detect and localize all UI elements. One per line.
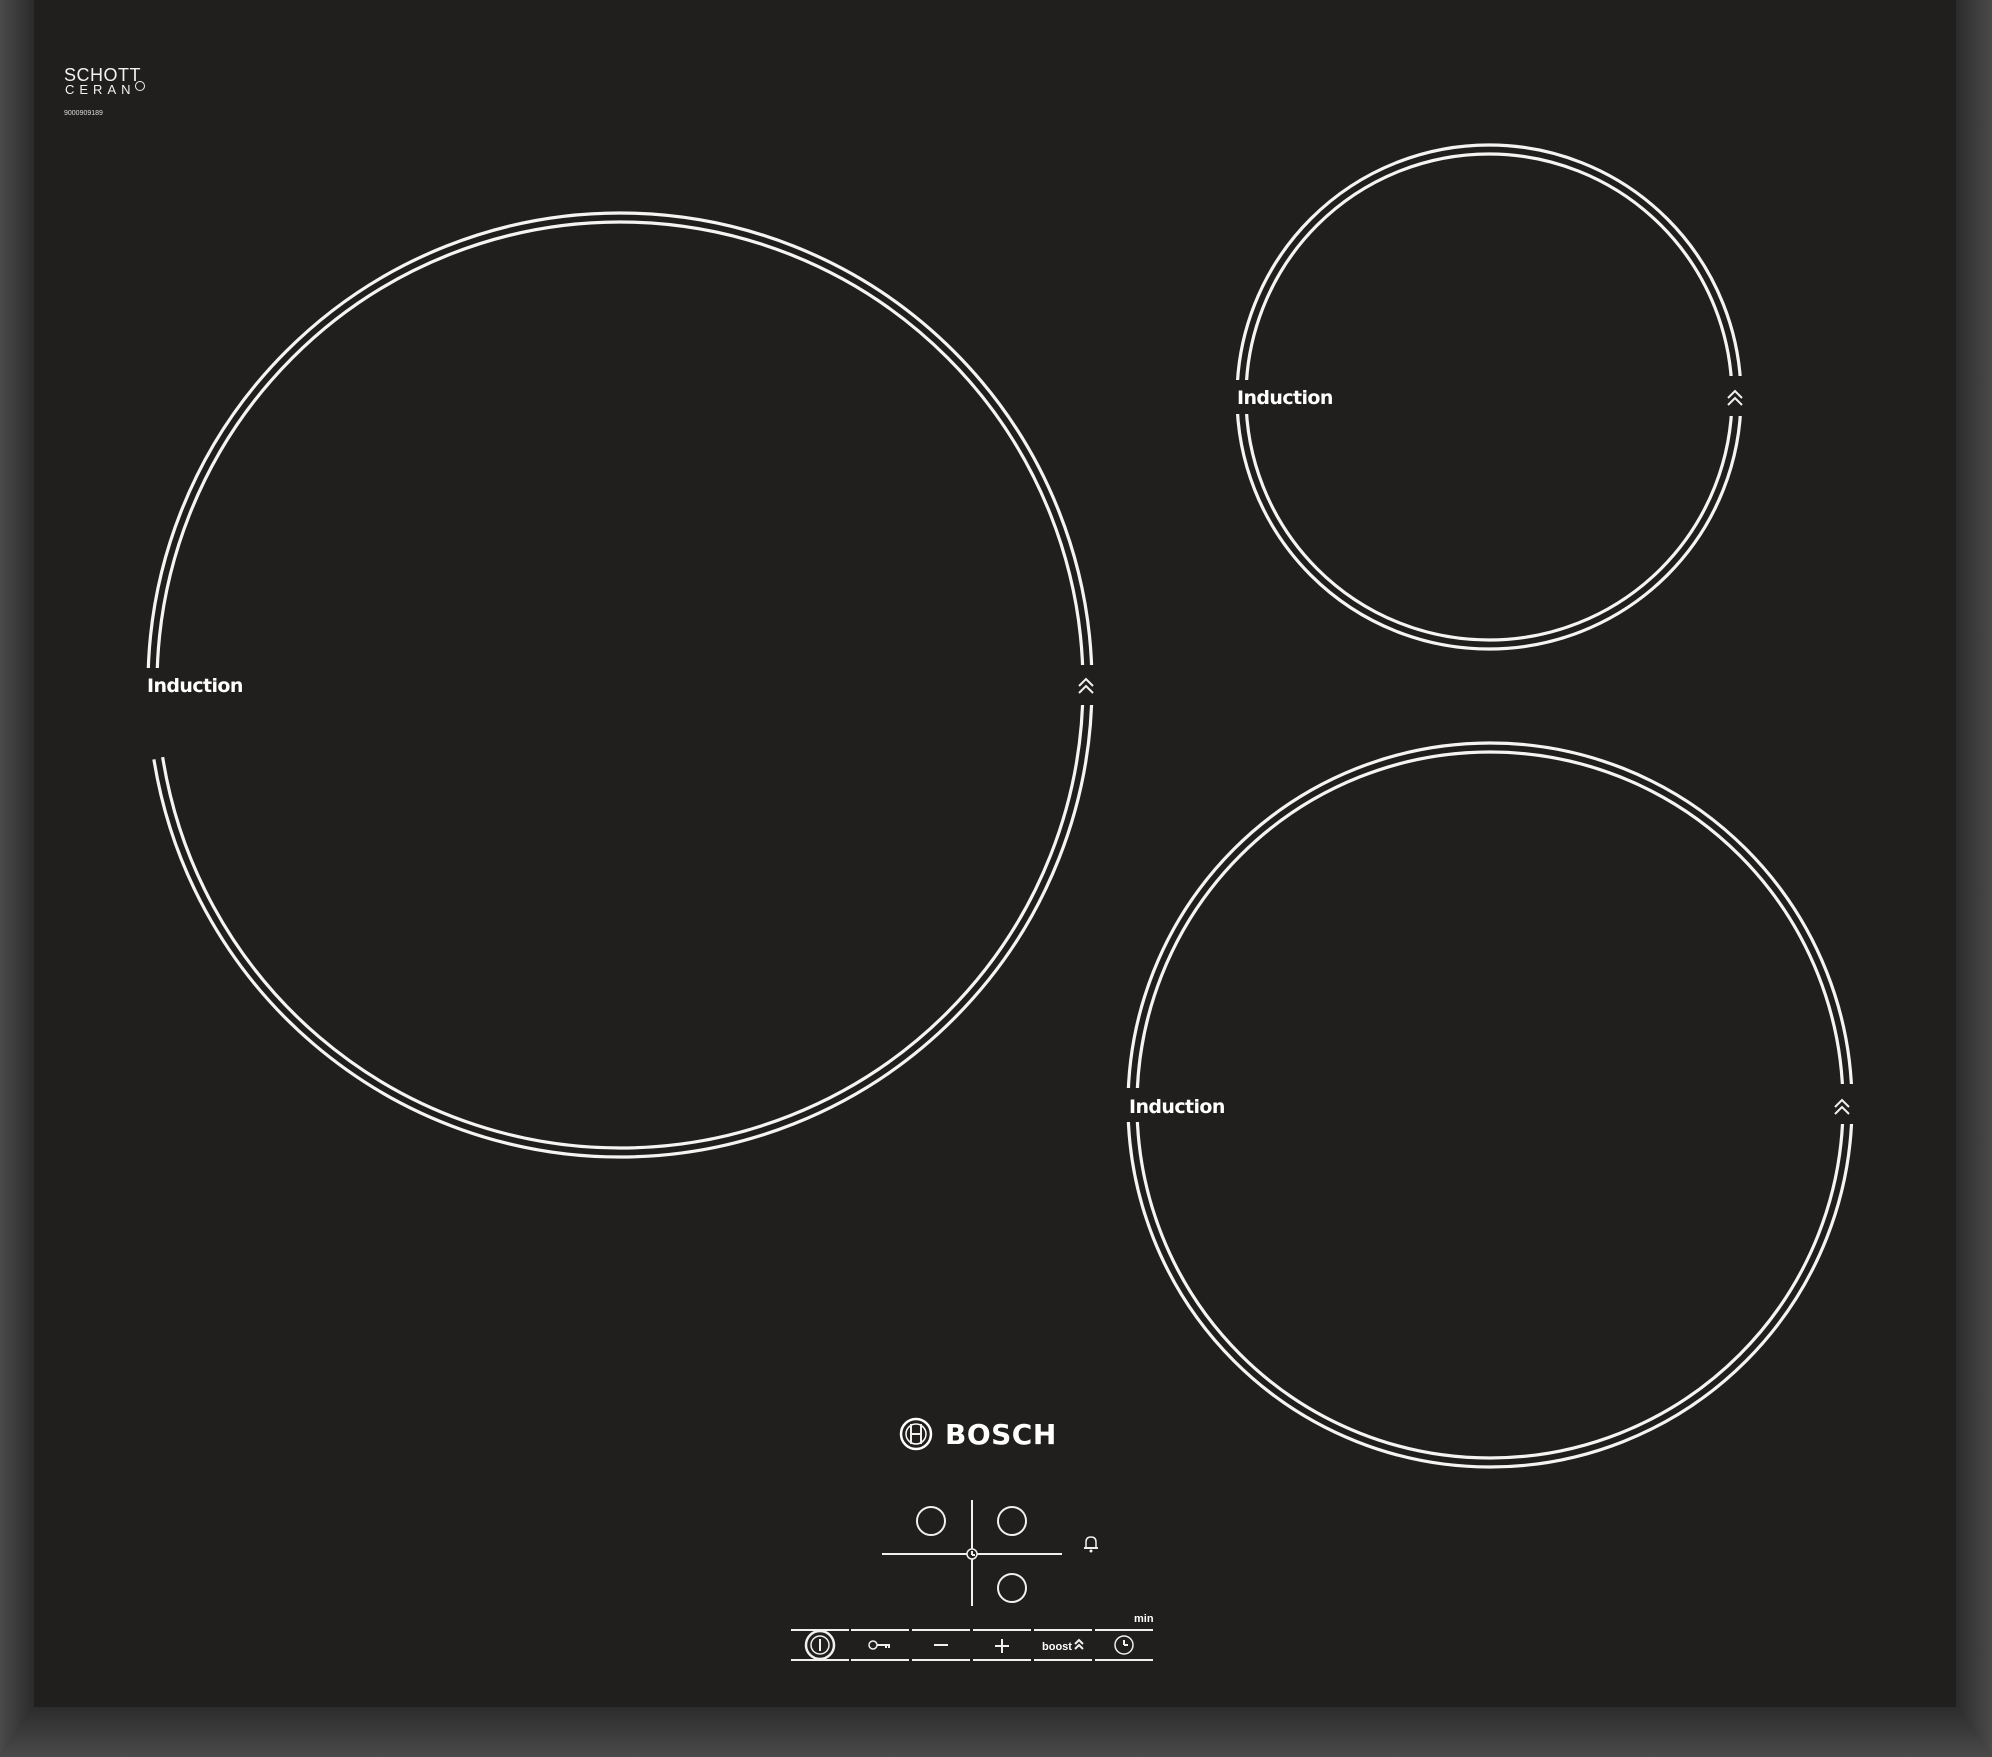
plus-button[interactable] xyxy=(973,1631,1031,1659)
frame-bottom-edge xyxy=(0,1707,1992,1757)
induction-label: Induction xyxy=(1237,387,1333,409)
ceran-text: CERAN xyxy=(65,82,136,97)
induction-label: Induction xyxy=(1129,1096,1225,1118)
bosch-armature-icon xyxy=(899,1417,933,1451)
boost-label: boost xyxy=(1042,1641,1072,1653)
boost-button[interactable]: boost xyxy=(1034,1631,1092,1659)
induction-label: Induction xyxy=(147,675,243,697)
serial-number: 9000909189 xyxy=(64,110,103,117)
minus-button[interactable] xyxy=(912,1631,970,1659)
power-button[interactable] xyxy=(791,1629,849,1661)
timer-button[interactable] xyxy=(1095,1631,1153,1659)
frame-left-edge xyxy=(0,0,34,1757)
timer-unit-label: min xyxy=(1134,1613,1154,1625)
frame-right-edge xyxy=(1956,0,1992,1757)
child-lock-button[interactable] xyxy=(851,1631,909,1659)
brand-name: BOSCH xyxy=(945,1418,1057,1451)
induction-hob: SCHOTT CERAN 9000909189 Induction Induct… xyxy=(0,0,1992,1757)
